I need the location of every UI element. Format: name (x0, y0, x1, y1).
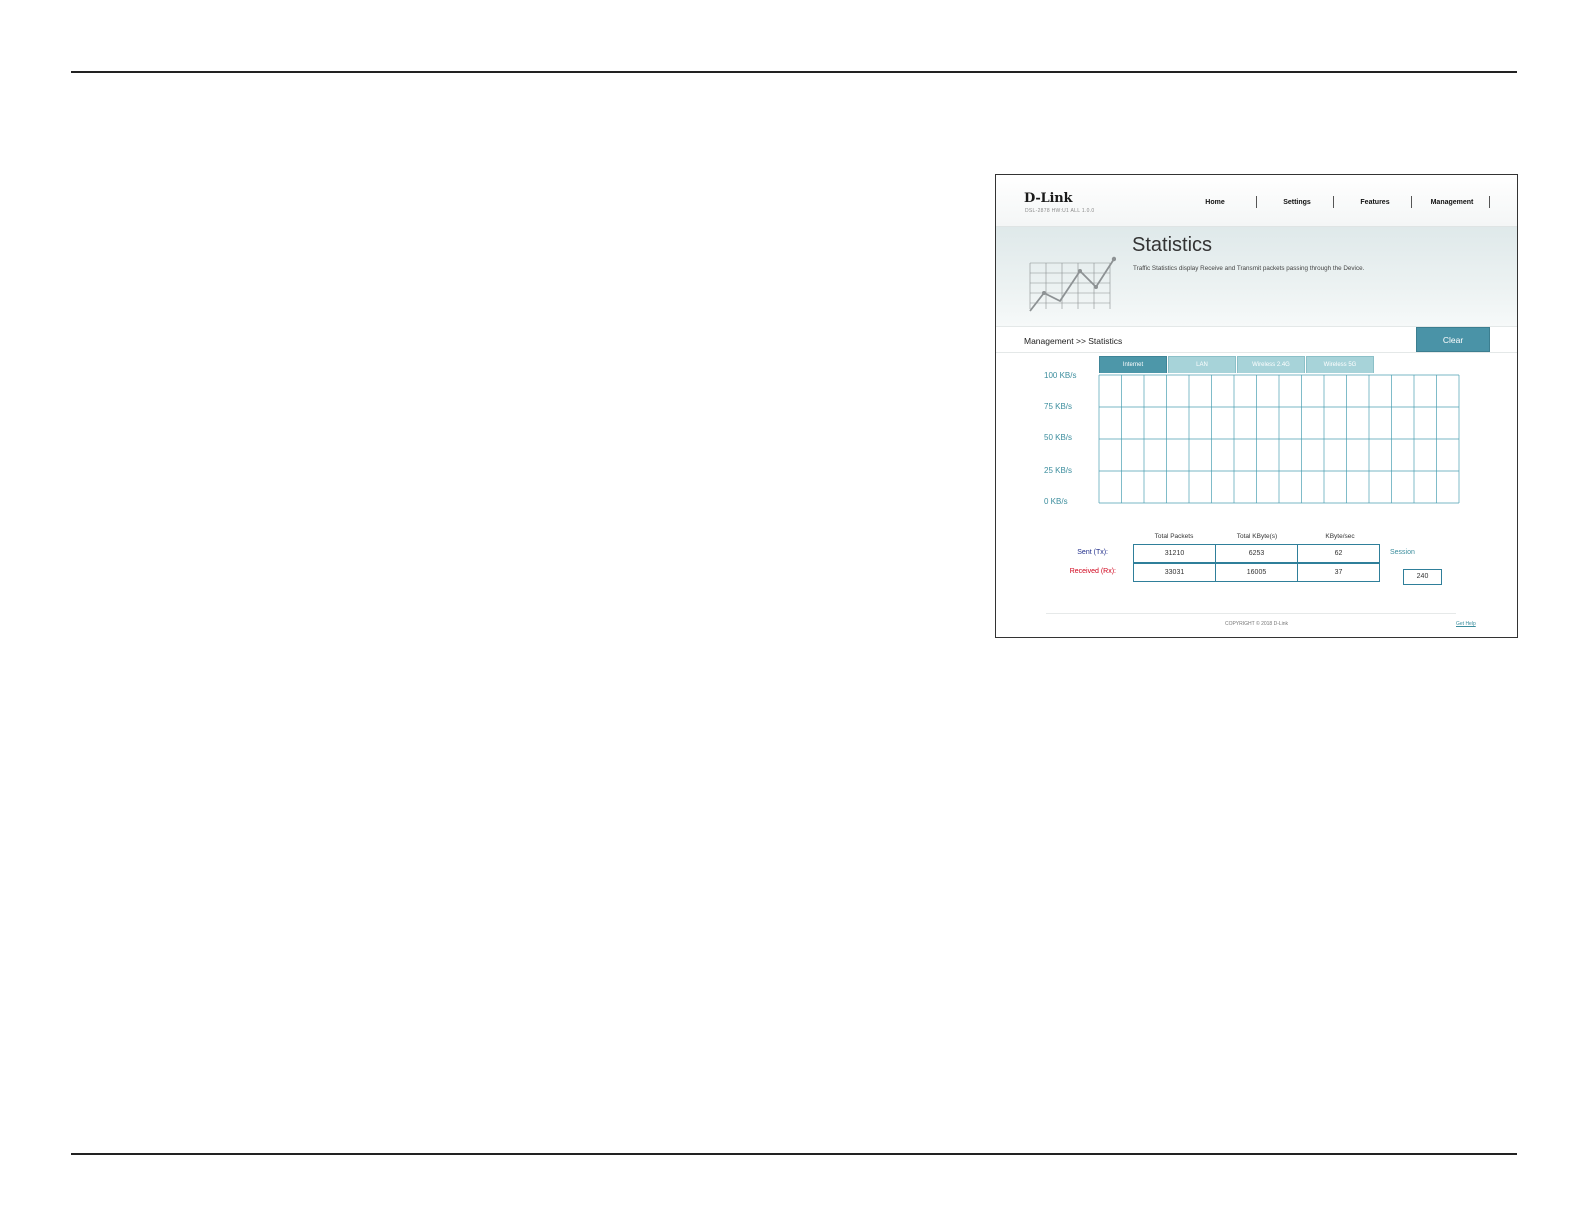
y-axis-label: 0 KB/s (1044, 497, 1068, 506)
session-value: 240 (1403, 569, 1442, 585)
nav-divider (1411, 196, 1412, 208)
nav-features[interactable]: Features (1348, 199, 1402, 206)
nav-divider (1333, 196, 1334, 208)
breadcrumb: Management >> Statistics (1024, 336, 1123, 346)
sent-total-kbytes: 6253 (1215, 544, 1298, 563)
sent-kbyte-sec: 62 (1297, 544, 1380, 563)
breadcrumb-bar: Management >> Statistics Clear (996, 326, 1517, 353)
tab-wireless-2-4g[interactable]: Wireless 2.4G (1237, 356, 1305, 373)
received-total-packets: 33031 (1133, 563, 1216, 582)
nav-settings[interactable]: Settings (1270, 199, 1324, 206)
page-title: Statistics (1132, 234, 1213, 256)
page-top-rule (71, 71, 1517, 73)
dlink-logo: D-Link (1024, 191, 1073, 206)
nav-home[interactable]: Home (1192, 199, 1238, 206)
header: D-Link DSL-2878 HW:U1 ALL 1.0.0 Home Set… (996, 175, 1517, 227)
column-header-total-packets: Total Packets (1154, 533, 1194, 540)
model-info: DSL-2878 HW:U1 ALL 1.0.0 (1025, 208, 1095, 214)
y-axis-label: 75 KB/s (1044, 402, 1073, 411)
received-kbyte-sec: 37 (1297, 563, 1380, 582)
sent-total-packets: 31210 (1133, 544, 1216, 563)
nav-management[interactable]: Management (1420, 199, 1484, 206)
statistics-graph-icon (1029, 256, 1116, 312)
tab-internet[interactable]: Internet (1099, 356, 1167, 373)
session-label: Session (1390, 549, 1415, 556)
y-axis-label: 100 KB/s (1044, 371, 1077, 380)
page-description: Traffic Statistics display Receive and T… (1133, 265, 1365, 272)
nav-divider (1256, 196, 1257, 208)
tab-wireless-5g[interactable]: Wireless 5G (1306, 356, 1374, 373)
y-axis-label: 50 KB/s (1044, 433, 1073, 442)
traffic-graph (1098, 374, 1460, 504)
received-label: Received (Rx): (1069, 568, 1116, 575)
clear-button[interactable]: Clear (1416, 327, 1490, 352)
copyright: COPYRIGHT © 2018 D-Link (1224, 621, 1289, 627)
sent-label: Sent (Tx): (1077, 549, 1108, 556)
router-statistics-screenshot: D-Link DSL-2878 HW:U1 ALL 1.0.0 Home Set… (995, 174, 1518, 638)
column-header-kbyte-sec: KByte/sec (1325, 533, 1355, 540)
tab-lan[interactable]: LAN (1168, 356, 1236, 373)
column-header-total-kbytes: Total KByte(s) (1236, 533, 1278, 540)
footer-divider (1046, 613, 1456, 614)
page-bottom-rule (71, 1153, 1517, 1155)
get-help-link[interactable]: Get Help (1456, 621, 1476, 627)
received-total-kbytes: 16005 (1215, 563, 1298, 582)
nav-divider (1489, 196, 1490, 208)
page-banner: Statistics Traffic Statistics display Re… (996, 227, 1517, 326)
y-axis-label: 25 KB/s (1044, 466, 1073, 475)
